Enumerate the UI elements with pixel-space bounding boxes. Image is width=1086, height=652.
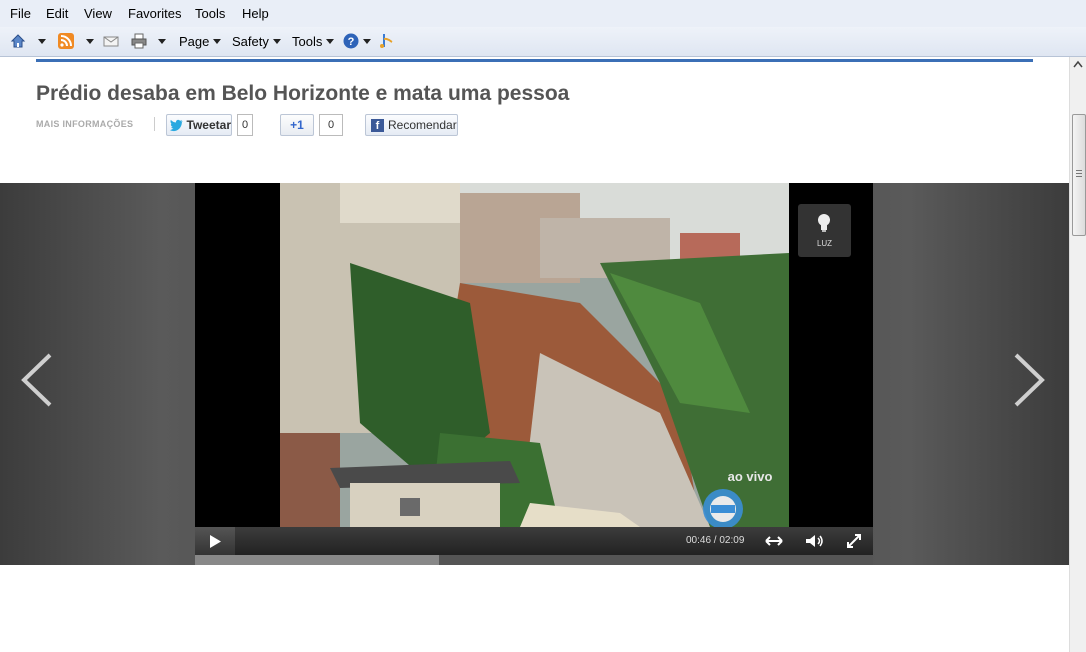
help-button[interactable]: ?	[343, 31, 371, 51]
twitter-bird-icon	[170, 119, 183, 132]
menu-favorites[interactable]: Favorites	[128, 6, 181, 21]
rss-icon	[58, 33, 74, 49]
plusone-count: 0	[319, 114, 343, 136]
help-icon: ?	[343, 33, 359, 49]
feeds-button[interactable]	[58, 31, 74, 51]
safety-menu-label: Safety	[232, 33, 269, 49]
mail-button[interactable]	[103, 31, 119, 51]
menu-file[interactable]: File	[10, 6, 31, 21]
menu-tools[interactable]: Tools	[195, 6, 225, 21]
menu-edit[interactable]: Edit	[46, 6, 68, 21]
vertical-scrollbar[interactable]	[1069, 57, 1086, 652]
next-arrow-icon[interactable]	[1012, 353, 1046, 407]
svg-text:?: ?	[348, 36, 355, 48]
home-button[interactable]	[10, 31, 26, 51]
live-watermark: ao vivo	[728, 469, 773, 484]
light-toggle-button[interactable]: LUZ	[798, 204, 851, 257]
playback-time: 00:46 / 02:09	[686, 535, 745, 546]
chevron-down-icon	[213, 38, 222, 44]
more-info-label: MAIS INFORMAÇÕES	[36, 119, 134, 129]
video-stage: ao vivo LUZ 00:46 / 02:09	[0, 183, 1069, 565]
research-icon	[380, 34, 393, 48]
article-title: Prédio desaba em Belo Horizonte e mata u…	[36, 82, 570, 105]
print-button[interactable]	[131, 31, 147, 51]
print-dropdown[interactable]	[154, 31, 166, 51]
video-scene-image: ao vivo	[280, 183, 789, 527]
web-page: Prédio desaba em Belo Horizonte e mata u…	[0, 57, 1069, 652]
page-menu-label: Page	[179, 33, 210, 49]
widescreen-icon[interactable]	[765, 535, 783, 547]
chevron-down-icon	[326, 38, 335, 44]
printer-icon	[131, 33, 147, 49]
page-menu[interactable]: Page	[179, 31, 222, 51]
scroll-up-icon[interactable]	[1073, 60, 1083, 68]
plusone-label: +1	[290, 118, 304, 132]
safety-menu[interactable]: Safety	[232, 31, 281, 51]
tweet-label: Tweetar	[186, 118, 231, 132]
play-icon	[210, 534, 221, 548]
command-bar: Page Safety Tools ?	[0, 27, 1086, 57]
volume-icon[interactable]	[805, 534, 825, 548]
chevron-down-icon	[38, 38, 46, 44]
player-controls: 00:46 / 02:09	[195, 527, 873, 555]
chevron-down-icon	[363, 38, 371, 44]
header-rule	[36, 59, 1033, 62]
video-frame[interactable]: ao vivo	[280, 183, 789, 527]
facebook-icon: f	[371, 118, 384, 132]
progress-bar[interactable]	[195, 555, 873, 565]
plusone-button[interactable]: +1	[280, 114, 314, 136]
home-dropdown[interactable]	[34, 31, 46, 51]
facebook-recommend-button[interactable]: f Recomendar	[365, 114, 458, 136]
tweet-button[interactable]: Tweetar	[166, 114, 232, 136]
tools-menu-label: Tools	[292, 33, 323, 49]
menu-view[interactable]: View	[84, 6, 112, 21]
chevron-down-icon	[272, 38, 281, 44]
tools-menu[interactable]: Tools	[292, 31, 335, 51]
progress-fill	[195, 555, 440, 565]
menu-help[interactable]: Help	[242, 6, 269, 21]
chevron-down-icon	[86, 38, 94, 44]
tweet-count: 0	[237, 114, 253, 136]
chevron-down-icon	[158, 38, 166, 44]
lightbulb-icon	[818, 214, 830, 232]
play-button[interactable]	[195, 527, 235, 555]
previous-arrow-icon[interactable]	[20, 353, 54, 407]
feeds-dropdown[interactable]	[82, 31, 94, 51]
menu-bar: File Edit View Favorites Tools Help	[0, 0, 1086, 27]
mail-icon	[103, 36, 119, 47]
home-icon	[10, 34, 26, 48]
light-toggle-label: LUZ	[816, 239, 833, 248]
video-player: ao vivo LUZ 00:46 / 02:09	[195, 183, 873, 565]
divider	[154, 117, 155, 131]
fullscreen-icon[interactable]	[847, 534, 861, 548]
research-button[interactable]	[378, 31, 394, 51]
recommend-label: Recomendar	[388, 118, 457, 132]
scrollbar-thumb[interactable]	[1072, 114, 1086, 236]
